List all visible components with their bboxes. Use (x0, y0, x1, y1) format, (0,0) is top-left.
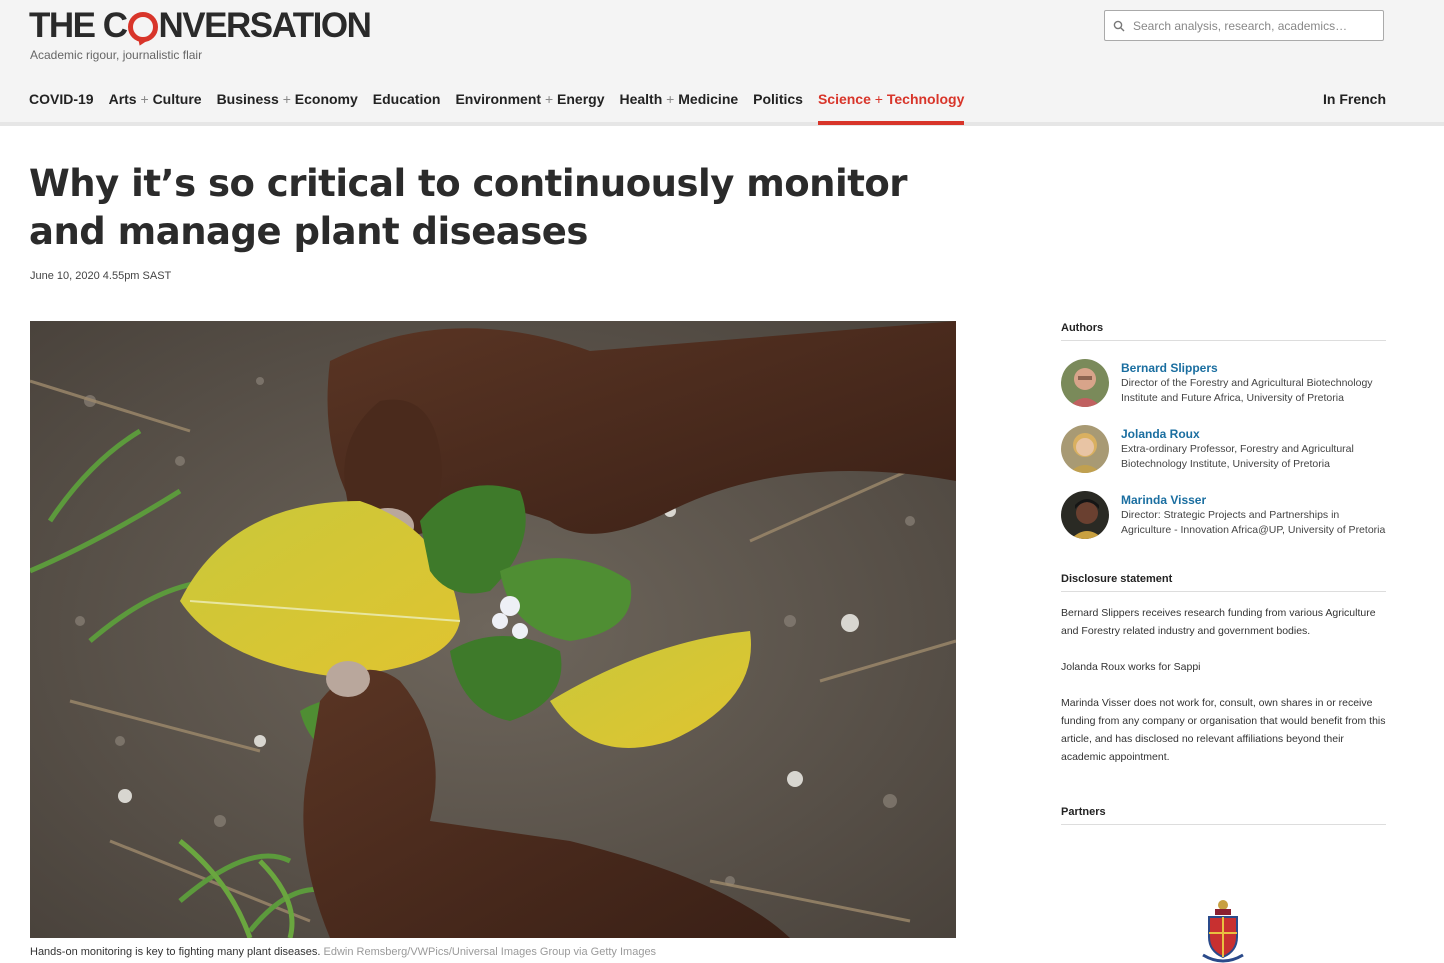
speech-bubble-icon (127, 12, 158, 42)
logo-text-right: NVERSATION (158, 6, 372, 45)
author-role: Extra-ordinary Professor, Forestry and A… (1121, 443, 1354, 470)
nav-item-health-medicine[interactable]: Health + Medicine (619, 91, 738, 125)
nav-item-science-technology[interactable]: Science + Technology (817, 91, 965, 125)
article-date: June 10, 2020 4.55pm SAST (30, 270, 172, 282)
author-card: Jolanda Roux Extra-ordinary Professor, F… (1061, 425, 1386, 473)
site-logo[interactable]: THE C NVERSATION (29, 6, 372, 46)
author-name-link[interactable]: Jolanda Roux (1121, 427, 1386, 441)
avatar[interactable] (1061, 491, 1109, 539)
author-card: Marinda Visser Director: Strategic Proje… (1061, 491, 1386, 539)
caption-text: Hands-on monitoring is key to fighting m… (30, 946, 321, 958)
author-role: Director: Strategic Projects and Partner… (1121, 509, 1386, 536)
nav-item-covid-19[interactable]: COVID-19 (29, 91, 94, 125)
disclosure-heading: Disclosure statement (1061, 573, 1386, 592)
search-input[interactable] (1133, 18, 1373, 33)
site-header: THE C NVERSATION Academic rigour, journal… (0, 0, 1444, 126)
disclosure-paragraph: Bernard Slippers receives research fundi… (1061, 607, 1376, 637)
nav-item-politics[interactable]: Politics (753, 91, 803, 125)
article-sidebar: Authors Bernard Slippers Director of the… (1061, 322, 1386, 825)
nav-item-environment-energy[interactable]: Environment + Energy (455, 91, 604, 125)
image-caption: Hands-on monitoring is key to fighting m… (30, 946, 656, 958)
avatar[interactable] (1061, 359, 1109, 407)
main-nav: COVID-19 Arts + Culture Business + Econo… (29, 91, 979, 126)
authors-heading: Authors (1061, 322, 1386, 341)
disclosure-paragraph: Marinda Visser does not work for, consul… (1061, 697, 1386, 763)
disclosure-section: Disclosure statement Bernard Slippers re… (1061, 573, 1386, 766)
partners-section: Partners (1061, 806, 1386, 825)
search-box[interactable] (1104, 10, 1384, 41)
disclosure-paragraph: Jolanda Roux works for Sappi (1061, 661, 1201, 673)
partners-heading: Partners (1061, 806, 1386, 825)
search-icon (1113, 20, 1125, 31)
author-card: Bernard Slippers Director of the Forestr… (1061, 359, 1386, 407)
author-name-link[interactable]: Marinda Visser (1121, 493, 1386, 507)
author-role: Director of the Forestry and Agricultura… (1121, 377, 1373, 404)
hero-image (30, 321, 956, 938)
avatar[interactable] (1061, 425, 1109, 473)
university-of-pretoria-crest-logo[interactable] (1199, 897, 1247, 963)
author-name-link[interactable]: Bernard Slippers (1121, 361, 1386, 375)
nav-item-education[interactable]: Education (373, 91, 441, 125)
nav-item-business-economy[interactable]: Business + Economy (217, 91, 358, 125)
site-tagline: Academic rigour, journalistic flair (30, 48, 203, 62)
nav-item-arts-culture[interactable]: Arts + Culture (109, 91, 202, 125)
logo-text-left: THE C (29, 6, 128, 45)
article-headline: Why it’s so critical to continuously mon… (29, 162, 908, 253)
hands-holding-plant-illustration (30, 321, 956, 938)
image-credit: Edwin Remsberg/VWPics/Universal Images G… (323, 946, 657, 958)
in-french-link[interactable]: In French (1323, 91, 1386, 107)
